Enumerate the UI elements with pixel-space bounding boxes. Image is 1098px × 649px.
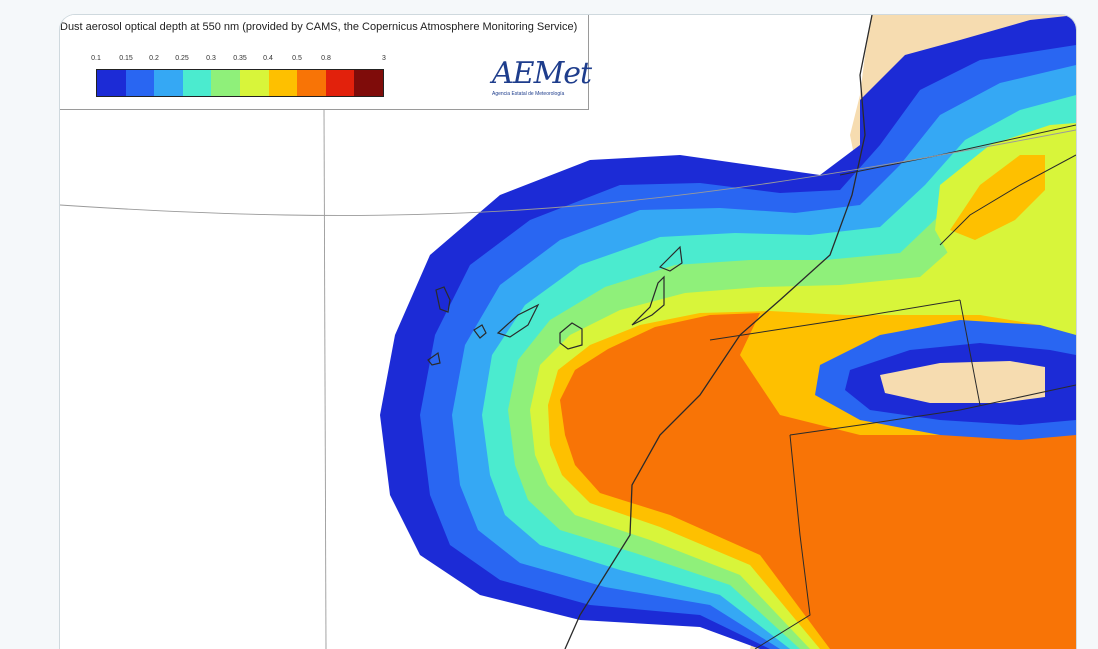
legend-swatch <box>125 70 155 96</box>
legend-tick: 0.35 <box>233 55 247 62</box>
legend-tick: 0.4 <box>263 55 273 62</box>
legend-tick: 0.15 <box>119 55 133 62</box>
map-card[interactable]: Dust aerosol optical depth at 550 nm (pr… <box>59 14 1077 649</box>
map-title: Dust aerosol optical depth at 550 nm (pr… <box>60 21 578 33</box>
legend-panel: Dust aerosol optical depth at 550 nm (pr… <box>60 15 592 110</box>
aemet-logo: AEMet Agencia Estatal de Meteorología <box>492 57 592 103</box>
legend-swatch <box>97 70 126 96</box>
legend-tick: 0.3 <box>206 55 216 62</box>
legend-tick: 0.5 <box>292 55 302 62</box>
aemet-logo-text: AEMet <box>492 56 592 91</box>
aemet-logo-subtitle: Agencia Estatal de Meteorología <box>492 91 565 97</box>
dust-aod-map <box>60 15 1076 649</box>
legend-tick: 3 <box>382 55 386 62</box>
legend-tick: 0.2 <box>149 55 159 62</box>
legend-tick: 0.1 <box>91 55 101 62</box>
legend-swatch <box>239 70 269 96</box>
legend-swatch <box>297 70 326 96</box>
legend-colorbar <box>96 69 384 97</box>
legend-swatch <box>182 70 212 96</box>
legend-tick: 0.8 <box>321 55 331 62</box>
legend-tick: 0.25 <box>175 55 189 62</box>
legend-swatch <box>325 70 355 96</box>
legend-tick-labels: 0.1 0.15 0.2 0.25 0.3 0.35 0.4 0.5 0.8 3 <box>91 55 396 65</box>
legend-swatch <box>354 70 383 96</box>
legend-swatch <box>154 70 183 96</box>
legend-swatch <box>268 70 298 96</box>
legend-swatch <box>211 70 240 96</box>
